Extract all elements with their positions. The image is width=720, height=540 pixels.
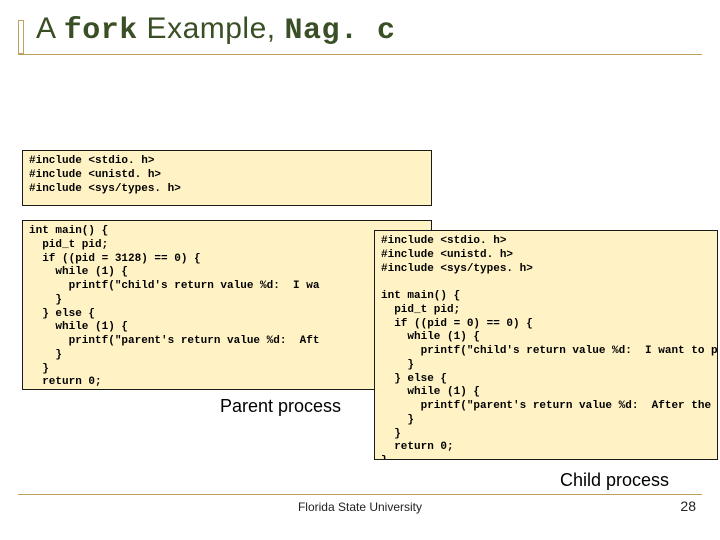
title-text-mid: Example,: [138, 12, 285, 45]
title-accent: [18, 20, 24, 54]
title-text-a: A: [36, 12, 64, 45]
bottom-rule: [18, 494, 702, 495]
code-child: #include <stdio. h> #include <unistd. h>…: [374, 230, 718, 460]
title-code-nag: Nag. c: [284, 14, 395, 48]
code-parent: int main() { pid_t pid; if ((pid = 3128)…: [22, 220, 432, 390]
footer-org: Florida State University: [0, 500, 720, 514]
title-underline: [18, 54, 702, 55]
slide: A fork Example, Nag. c #include <stdio. …: [0, 0, 720, 540]
caption-child: Child process: [560, 470, 669, 491]
caption-parent: Parent process: [220, 396, 341, 417]
title-code-fork: fork: [64, 14, 138, 48]
page-number: 28: [680, 498, 696, 514]
slide-title: A fork Example, Nag. c: [36, 12, 395, 48]
title-block: A fork Example, Nag. c: [18, 12, 395, 48]
code-includes: #include <stdio. h> #include <unistd. h>…: [22, 150, 432, 206]
